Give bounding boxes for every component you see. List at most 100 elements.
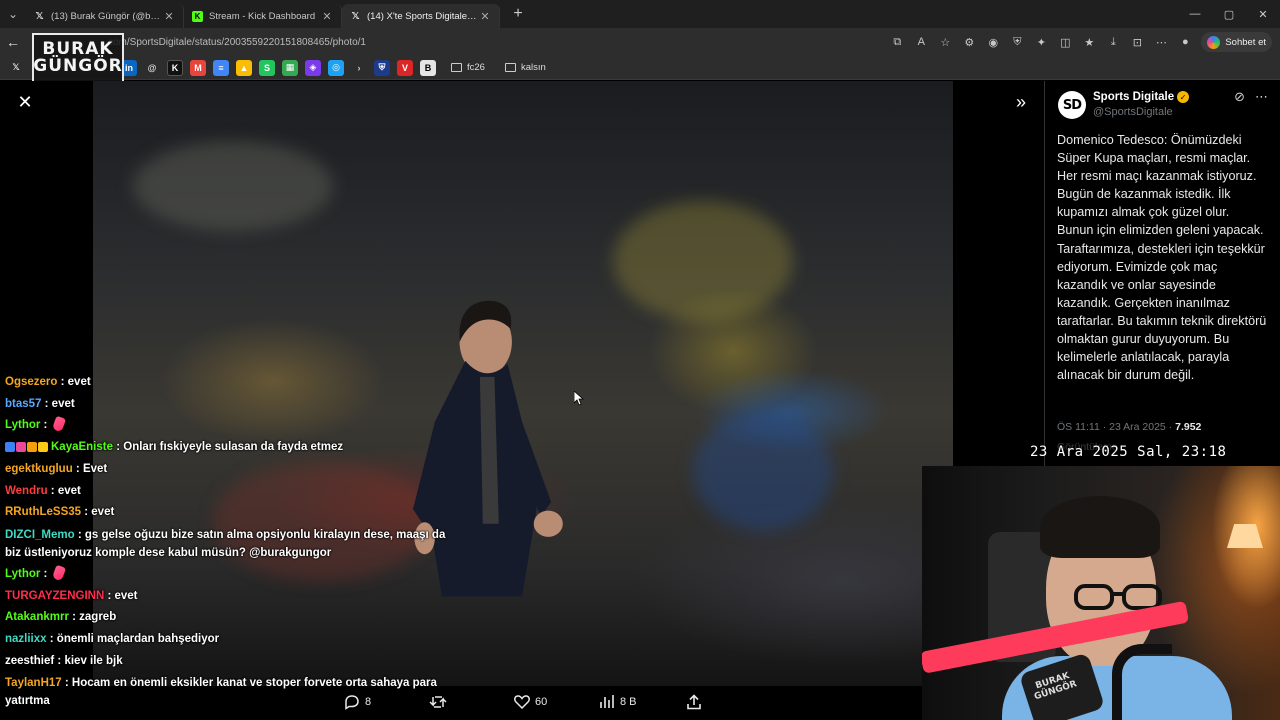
chat-text: zagreb xyxy=(79,611,117,624)
profile-avatar[interactable]: ● xyxy=(1173,36,1197,48)
copilot-icon xyxy=(1207,35,1221,49)
folder-icon xyxy=(451,63,462,72)
chat-separator: : xyxy=(54,654,65,667)
back-arrow-icon[interactable]: ← xyxy=(0,34,26,50)
chat-message: TURGAYZENGINN : evet xyxy=(5,586,450,608)
kick-bookmark-icon[interactable]: K xyxy=(167,59,183,76)
puzzle-icon[interactable]: ✦ xyxy=(1029,36,1053,49)
favorites-icon[interactable]: ★ xyxy=(1077,36,1101,49)
chat-username[interactable]: nazliixx xyxy=(5,633,47,645)
streamer-logo: BURAK GÜNGÖR xyxy=(32,33,124,83)
threads-icon[interactable]: @ xyxy=(144,60,160,76)
split-screen-icon[interactable]: ◫ xyxy=(1053,36,1077,49)
green-app-icon[interactable]: S xyxy=(259,59,275,76)
red-app-icon[interactable]: V xyxy=(397,59,413,76)
chat-username[interactable]: Wendru xyxy=(5,485,48,497)
chat-username[interactable]: Lythor xyxy=(5,568,40,580)
tab-bar: ⌄ 𝕏 (13) Burak Güngör (@buraakgungor... … xyxy=(0,0,1280,28)
close-tab-icon[interactable]: ✕ xyxy=(479,10,491,23)
more-menu-icon[interactable]: ⋯ xyxy=(1149,36,1173,49)
chat-message: btas57 : evet xyxy=(5,394,450,416)
chat-username[interactable]: TURGAYZENGINN xyxy=(5,590,104,602)
share-icon xyxy=(687,694,701,710)
tweet-timestamp[interactable]: ÖS 11:11 · 23 Ara 2025 · xyxy=(1057,421,1175,433)
x-bookmark-icon[interactable]: 𝕏 xyxy=(8,60,24,76)
chat-message: zeesthief : kiev ile bjk xyxy=(5,651,450,673)
app-available-icon[interactable]: ⧉ xyxy=(885,36,909,49)
chat-text: evet xyxy=(91,506,115,519)
lamp xyxy=(1227,524,1263,548)
mic-arm xyxy=(1112,644,1172,720)
purple-app-icon[interactable]: ◈ xyxy=(305,59,321,76)
tab-kick-dashboard[interactable]: K Stream - Kick Dashboard ✕ xyxy=(184,4,342,28)
chat-button[interactable]: Sohbet et xyxy=(1201,32,1272,52)
shield-icon[interactable]: ⛨ xyxy=(1005,36,1029,49)
chat-separator: : xyxy=(40,419,51,432)
toggle-panel-icon[interactable]: » xyxy=(1010,91,1032,113)
tab-list-chevron-icon[interactable]: ⌄ xyxy=(0,0,26,28)
webcam-feed: BURAK GÜNGÖR xyxy=(922,466,1280,720)
maximize-icon[interactable]: ▢ xyxy=(1212,0,1246,28)
close-tab-icon[interactable]: ✕ xyxy=(321,10,333,23)
minimize-icon[interactable]: — xyxy=(1178,0,1212,28)
close-viewer-icon[interactable]: ✕ xyxy=(14,91,36,113)
views-button[interactable]: 8 B xyxy=(599,694,637,709)
account-name[interactable]: Sports Digitale ✓ xyxy=(1093,91,1190,103)
drive-icon[interactable]: ▲ xyxy=(236,59,252,76)
chat-username[interactable]: Atakankmrr xyxy=(5,611,69,623)
bookmark-folder-kalsin[interactable]: kalsın xyxy=(504,62,546,73)
account-name-text: Sports Digitale xyxy=(1093,91,1175,103)
favorite-star-icon[interactable]: ☆ xyxy=(933,36,957,49)
chat-separator: : xyxy=(57,376,68,388)
views-count: 8 B xyxy=(620,695,637,708)
chat-username[interactable]: Lythor xyxy=(5,419,40,431)
white-app-icon[interactable]: B xyxy=(420,59,436,76)
chat-username[interactable]: KayaEniste xyxy=(51,441,113,453)
terminal-icon[interactable]: › xyxy=(351,60,367,76)
avatar[interactable]: SD xyxy=(1058,91,1086,119)
address-bar: ← com/SportsDigitale/status/200355922015… xyxy=(0,28,1280,56)
screenshot-icon[interactable]: ⊡ xyxy=(1125,36,1149,49)
extension-icon[interactable]: ⚙ xyxy=(957,36,981,49)
chat-emote-icon xyxy=(51,564,66,582)
close-window-icon[interactable]: ✕ xyxy=(1246,0,1280,28)
sound-icon[interactable]: ◉ xyxy=(981,36,1005,49)
chat-username[interactable]: DIZCI_Memo xyxy=(5,529,75,541)
chat-text: Onları fıskiyeyle sulasan da fayda etmez xyxy=(123,441,344,454)
tab-burak-gungor[interactable]: 𝕏 (13) Burak Güngör (@buraakgungor... ✕ xyxy=(26,4,184,28)
grok-icon[interactable]: ⊘ xyxy=(1234,89,1245,105)
chat-separator: : xyxy=(68,611,80,624)
docs-icon[interactable]: ≡ xyxy=(213,59,229,76)
chat-username[interactable]: zeesthief xyxy=(5,655,54,667)
folder-label: kalsın xyxy=(520,62,546,73)
sheets-icon[interactable]: ▦ xyxy=(282,59,298,76)
new-tab-plus-icon[interactable]: + xyxy=(506,2,530,26)
more-options-icon[interactable]: ⋯ xyxy=(1255,89,1268,105)
mail-icon[interactable]: M xyxy=(190,59,206,76)
like-button[interactable]: 60 xyxy=(514,694,547,709)
chat-message: TaylanH17 : Hocam en önemli eksikler kan… xyxy=(5,672,450,712)
tab-sports-digitale[interactable]: 𝕏 (14) X'te Sports Digitale: "Domenic...… xyxy=(342,4,500,28)
read-aloud-icon[interactable]: A xyxy=(909,36,933,48)
verified-badge-icon: ✓ xyxy=(1177,91,1190,103)
x-icon: 𝕏 xyxy=(351,10,360,22)
chat-username[interactable]: egektkugluu xyxy=(5,463,73,475)
download-icon[interactable]: ⤓ xyxy=(1101,36,1125,49)
share-button[interactable] xyxy=(686,694,707,710)
close-tab-icon[interactable]: ✕ xyxy=(163,10,175,23)
account-handle[interactable]: @SportsDigitale xyxy=(1093,106,1173,118)
chat-separator: : xyxy=(81,506,92,519)
chat-username[interactable]: RRuthLeSS35 xyxy=(5,506,81,518)
chat-username[interactable]: Ogsezero xyxy=(5,376,57,388)
chat-separator: : xyxy=(61,677,72,690)
chat-message: nazliixx : önemli maçlardan bahşediyor xyxy=(5,629,450,651)
chat-username[interactable]: btas57 xyxy=(5,398,41,410)
blue-app-icon[interactable]: ◎ xyxy=(328,59,344,76)
bookmark-folder-fc26[interactable]: fc26 xyxy=(451,62,485,73)
chat-username[interactable]: TaylanH17 xyxy=(5,677,62,689)
tweet-text: Domenico Tedesco: Önümüzdeki Süper Kupa … xyxy=(1057,133,1267,383)
shield-bookmark-icon[interactable]: ⛨ xyxy=(374,59,390,76)
bar-chart-icon xyxy=(600,695,614,708)
url-field[interactable]: com/SportsDigitale/status/20035592201518… xyxy=(108,32,904,52)
chat-badges-icon xyxy=(5,442,48,453)
